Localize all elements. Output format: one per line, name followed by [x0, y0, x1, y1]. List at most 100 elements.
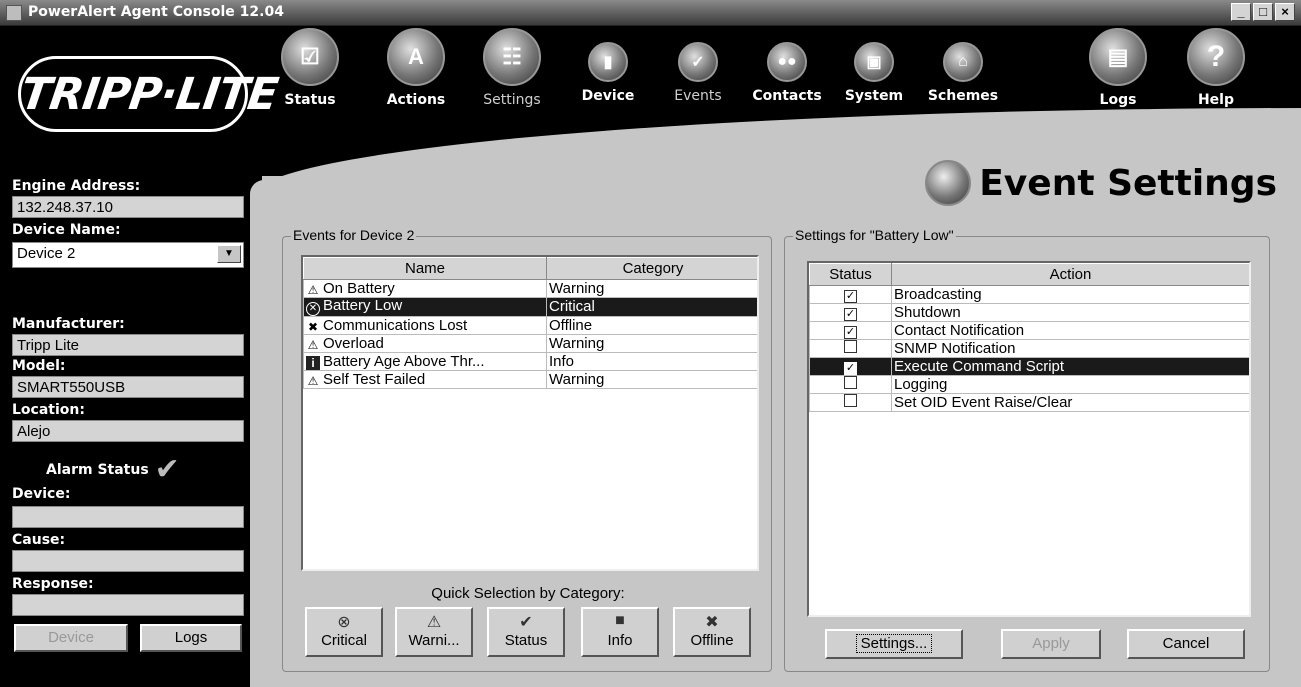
nav-help[interactable]: ? Help [1184, 28, 1248, 108]
event-category: Critical [546, 297, 757, 317]
nav-settings-label: Settings [483, 92, 541, 108]
action-name: Contact Notification [891, 321, 1249, 340]
table-row[interactable]: ✓ Broadcasting [809, 285, 1249, 304]
table-row[interactable]: ✕ Battery Low Critical [303, 297, 757, 317]
table-row[interactable]: SNMP Notification [809, 339, 1249, 358]
nav-actions[interactable]: A Actions [378, 28, 454, 108]
nav-device[interactable]: ▮ Device [576, 28, 640, 104]
nav-status[interactable]: ☑ Status [278, 28, 342, 108]
critical-icon: ⊗ [337, 614, 351, 631]
device-name-label: Device Name: [12, 222, 121, 238]
settings-panel: Settings for "Battery Low" Status Action… [784, 227, 1270, 672]
table-row[interactable]: ⚠ Overload Warning [303, 334, 757, 353]
quick-selection-label: Quick Selection by Category: [431, 585, 625, 602]
action-checkbox[interactable]: ✓ [844, 289, 857, 303]
logs-button[interactable]: Logs [140, 624, 242, 652]
action-checkbox[interactable]: ✓ [844, 325, 857, 339]
warning-button[interactable]: ⚠ Warni... [395, 607, 473, 657]
info-icon: i [306, 355, 320, 370]
column-header-name[interactable]: Name [303, 257, 547, 280]
nav-events-label: Events [674, 88, 722, 104]
action-checkbox[interactable]: ✓ [844, 307, 857, 321]
minimize-button[interactable]: _ [1231, 3, 1251, 21]
action-checkbox[interactable]: ✓ [844, 361, 857, 375]
settings-table: Status Action ✓ Broadcasting ✓ Shutdown … [809, 263, 1249, 412]
offline-icon: ✖ [307, 319, 319, 334]
engine-address-label: Engine Address: [12, 178, 141, 194]
nav-events[interactable]: ✓ Events [666, 28, 730, 104]
events-icon [925, 160, 972, 206]
offline-icon: ✖ [705, 614, 719, 631]
table-row[interactable]: ✓ Shutdown [809, 303, 1249, 322]
event-name: Overload [323, 334, 384, 352]
warning-icon: ⚠ [426, 614, 442, 631]
events-icon: ✓ [678, 42, 718, 82]
action-name: SNMP Notification [891, 339, 1249, 358]
maximize-button[interactable]: □ [1253, 3, 1273, 21]
nav-system[interactable]: ▣ System [838, 28, 910, 104]
events-panel: Events for Device 2 Name Category ⚠ On Ba… [282, 227, 772, 672]
status-button[interactable]: ✔ Status [487, 607, 565, 657]
action-checkbox[interactable] [844, 376, 857, 389]
cancel-button[interactable]: Cancel [1127, 629, 1245, 659]
settings-button[interactable]: Settings... [825, 629, 963, 659]
nav-contacts[interactable]: ●● Contacts [744, 28, 830, 104]
cause-field [12, 550, 244, 572]
action-name: Logging [891, 375, 1249, 394]
apply-button[interactable]: Apply [1001, 629, 1101, 659]
table-row[interactable]: ✓ Contact Notification [809, 321, 1249, 340]
info-button[interactable]: ■ Info [581, 607, 659, 657]
event-name: Self Test Failed [323, 370, 426, 388]
actions-icon: A [387, 28, 445, 86]
nav-settings[interactable]: ☷ Settings [472, 28, 552, 108]
critical-button[interactable]: ⊗ Critical [305, 607, 383, 657]
close-button[interactable]: × [1275, 3, 1295, 21]
column-header-action[interactable]: Action [891, 263, 1249, 286]
schemes-icon: ⌂ [943, 42, 983, 82]
chevron-down-icon[interactable]: ▼ [217, 245, 241, 263]
table-row[interactable]: Set OID Event Raise/Clear [809, 393, 1249, 412]
event-name: Battery Age Above Thr... [323, 352, 485, 370]
info-button-label: Info [607, 632, 633, 649]
app-icon [6, 5, 22, 21]
action-checkbox[interactable] [844, 394, 857, 407]
table-row[interactable]: ⚠ On Battery Warning [303, 279, 757, 298]
event-category: Warning [546, 370, 757, 389]
offline-button[interactable]: ✖ Offline [673, 607, 751, 657]
warning-button-label: Warni... [408, 632, 460, 649]
table-row[interactable]: i Battery Age Above Thr... Info [303, 352, 757, 371]
column-header-category[interactable]: Category [546, 257, 757, 280]
column-header-status[interactable]: Status [809, 263, 892, 286]
table-row[interactable]: ✓ Execute Command Script [809, 357, 1249, 376]
action-checkbox[interactable] [844, 340, 857, 353]
table-row[interactable]: ✖ Communications Lost Offline [303, 316, 757, 335]
device-name-select[interactable]: Device 2 ▼ [12, 242, 244, 268]
event-name: On Battery [323, 279, 395, 297]
tripp-lite-logo: TRIPP·LITE [17, 56, 281, 132]
manufacturer-field: Tripp Lite [12, 334, 244, 356]
nav-logs[interactable]: ▤ Logs [1086, 28, 1150, 108]
logs-icon: ▤ [1089, 28, 1147, 86]
warning-icon: ⚠ [307, 282, 319, 297]
event-category: Info [546, 352, 757, 371]
device-button[interactable]: Device [14, 624, 128, 652]
response-label: Response: [12, 576, 94, 592]
settings-table-container: Status Action ✓ Broadcasting ✓ Shutdown … [807, 261, 1251, 617]
nav-system-label: System [844, 88, 904, 104]
device-field [12, 506, 244, 528]
status-icon: ☑ [281, 28, 339, 86]
nav-help-label: Help [1197, 92, 1235, 108]
info-icon: ■ [615, 612, 625, 629]
table-row[interactable]: ⚠ Self Test Failed Warning [303, 370, 757, 389]
alarm-status-label: Alarm Status [46, 462, 149, 478]
location-field: Alejo [12, 420, 244, 442]
table-row[interactable]: Logging [809, 375, 1249, 394]
model-label: Model: [12, 358, 66, 374]
action-name: Broadcasting [891, 285, 1249, 304]
event-name: Communications Lost [323, 316, 468, 334]
warning-icon: ⚠ [307, 373, 319, 388]
check-icon: ✔ [154, 452, 180, 487]
nav-schemes[interactable]: ⌂ Schemes [920, 28, 1006, 104]
help-icon: ? [1187, 28, 1245, 86]
device-icon: ▮ [588, 42, 628, 82]
